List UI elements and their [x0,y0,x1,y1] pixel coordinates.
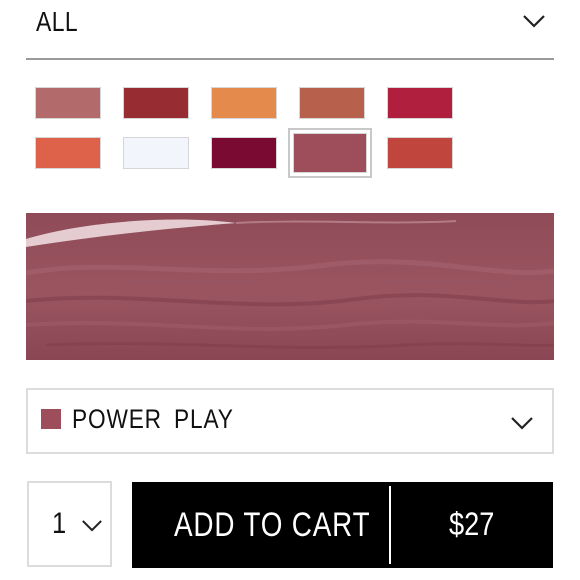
price: $27 [449,506,495,542]
swatch-9[interactable] [288,128,372,178]
swatch-color [211,87,277,119]
shade-dropdown[interactable]: POWER PLAY [26,388,554,454]
filter-label: ALL [36,6,79,37]
chevron-down-icon [523,15,545,28]
chevron-down-icon [511,417,533,430]
swatch-3[interactable] [206,82,282,124]
swatch-6[interactable] [30,132,106,174]
swatch-5[interactable] [382,82,458,124]
swatch-color [123,87,189,119]
swatch-color [123,137,189,169]
swatch-1[interactable] [30,82,106,124]
swatch-color [211,137,277,169]
add-to-cart-label: ADD TO CART [174,506,371,544]
swatch-4[interactable] [294,82,370,124]
button-divider [389,486,391,564]
shade-name: POWER PLAY [72,404,234,434]
swatch-8[interactable] [206,132,282,174]
swatch-color [387,137,453,169]
filter-dropdown[interactable]: ALL [26,0,554,60]
chevron-down-icon [82,520,102,532]
swatch-color [35,87,101,119]
quantity-value: 1 [52,507,67,540]
quantity-select[interactable]: 1 [27,481,112,567]
shade-texture-preview [26,213,554,360]
swatch-7[interactable] [118,132,194,174]
swatch-color [387,87,453,119]
swatch-10[interactable] [382,132,458,174]
add-to-cart-button[interactable]: ADD TO CART $27 [132,482,553,568]
shade-color-dot [41,409,61,429]
swatch-color [299,87,365,119]
swatch-2[interactable] [118,82,194,124]
swatch-color [293,133,367,173]
shade-swatch-grid [30,82,470,182]
swatch-color [35,137,101,169]
